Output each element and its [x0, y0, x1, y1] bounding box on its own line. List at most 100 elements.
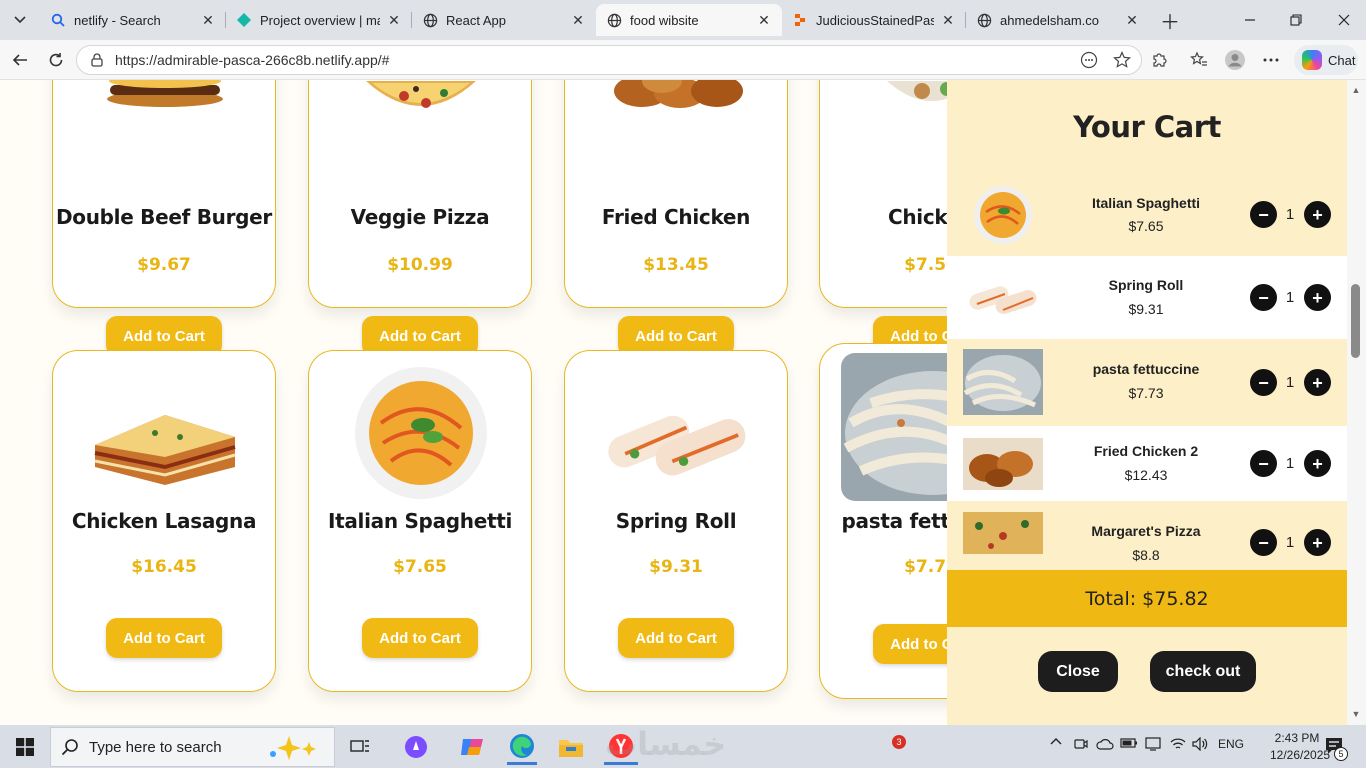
show-hidden-icons-chevron-icon[interactable] [1048, 737, 1064, 745]
tab-actions-menu-icon[interactable] [6, 6, 34, 34]
minimize-icon[interactable] [1238, 8, 1262, 32]
close-tab-icon[interactable]: ✕ [756, 12, 772, 28]
refresh-icon[interactable] [44, 48, 68, 72]
item-price: $13.45 [643, 255, 709, 275]
tab-ahmedelsham[interactable]: ahmedelsham.co ✕ [966, 4, 1150, 36]
tab-label: netlify - Search [74, 12, 161, 28]
browser-toolbar: https://admirable-pasca-266c8b.netlify.a… [0, 40, 1366, 80]
checkout-button[interactable]: check out [1150, 651, 1256, 692]
decrease-quantity-button[interactable]: − [1250, 284, 1277, 311]
cart-item-quantity: 1 [1285, 374, 1295, 391]
windows-start-icon[interactable] [10, 729, 40, 765]
globe-icon [976, 12, 992, 28]
address-bar[interactable]: https://admirable-pasca-266c8b.netlify.a… [76, 45, 1142, 75]
cart-item: Margaret's Pizza $8.8 − 1 + [947, 501, 1347, 570]
increase-quantity-button[interactable]: + [1304, 529, 1331, 556]
spaghetti-image [341, 363, 501, 503]
taskbar-search-box[interactable]: Type here to search [50, 727, 335, 767]
copilot-app-icon[interactable] [457, 729, 487, 765]
increase-quantity-button[interactable]: + [1304, 369, 1331, 396]
tab-label: JudiciousStainedPasswor [816, 12, 934, 28]
item-name: Veggie Pizza [350, 205, 490, 229]
close-window-icon[interactable] [1332, 8, 1356, 32]
cart-item: Fried Chicken 2 $12.43 − 1 + [947, 426, 1347, 501]
tab-food-website[interactable]: food wibsite ✕ [596, 4, 782, 36]
battery-icon[interactable] [1120, 737, 1138, 749]
favorites-list-icon[interactable] [1188, 49, 1210, 71]
close-tab-icon[interactable]: ✕ [1124, 12, 1140, 28]
fried-chicken-image [597, 80, 757, 111]
search-icon [50, 12, 66, 28]
copilot-icon [1302, 50, 1322, 70]
spring-roll-image [597, 365, 757, 505]
task-view-icon[interactable] [346, 729, 374, 765]
decrease-quantity-button[interactable]: − [1250, 529, 1277, 556]
file-explorer-icon[interactable] [556, 729, 586, 765]
increase-quantity-button[interactable]: + [1304, 450, 1331, 477]
close-tab-icon[interactable]: ✕ [940, 12, 956, 28]
restore-icon[interactable] [1284, 8, 1308, 32]
increase-quantity-button[interactable]: + [1304, 201, 1331, 228]
tab-replit[interactable]: JudiciousStainedPasswor ✕ [782, 4, 966, 36]
notification-badge: 3 [892, 735, 906, 749]
back-arrow-icon[interactable] [8, 48, 32, 72]
decrease-quantity-button[interactable]: − [1250, 369, 1277, 396]
system-clock[interactable]: 2:43 PM 12/26/2025 [1270, 730, 1330, 764]
cart-item: pasta fettuccine $7.73 − 1 + [947, 339, 1347, 426]
close-tab-icon[interactable]: ✕ [200, 12, 216, 28]
cart-item-price: $12.43 [1124, 467, 1168, 483]
cart-total: Total: $75.82 [947, 570, 1347, 627]
volume-icon[interactable] [1191, 737, 1209, 751]
add-to-cart-button[interactable]: Add to Cart [106, 618, 222, 658]
cart-item: Italian Spaghetti $7.65 − 1 + [947, 176, 1347, 256]
meet-now-icon[interactable] [1073, 737, 1089, 751]
search-highlights-icon [265, 734, 325, 766]
tab-label: React App [446, 12, 506, 28]
onedrive-cloud-icon[interactable] [1096, 737, 1114, 751]
cart-item-image [963, 268, 1043, 326]
language-indicator[interactable]: ENG [1215, 737, 1247, 751]
copilot-chat-button[interactable]: Chat [1294, 45, 1358, 75]
network-icon[interactable] [1144, 737, 1162, 751]
cart-item-name: pasta fettuccine [1092, 361, 1200, 377]
profile-avatar-icon[interactable] [1224, 49, 1246, 71]
clock-time: 2:43 PM [1274, 731, 1320, 745]
cart-item-quantity: 1 [1285, 534, 1295, 551]
site-info-lock-icon[interactable] [89, 52, 105, 68]
scroll-down-arrow-icon[interactable]: ▼ [1350, 708, 1362, 720]
extensions-icon[interactable] [1148, 49, 1170, 71]
edge-browser-icon[interactable] [507, 729, 537, 765]
close-tab-icon[interactable]: ✕ [570, 12, 586, 28]
menu-card: Italian Spaghetti $7.65 Add to Cart [308, 350, 532, 692]
decrease-quantity-button[interactable]: − [1250, 450, 1277, 477]
app-icon-purple[interactable] [402, 729, 430, 765]
replit-icon [792, 12, 808, 28]
globe-icon [422, 12, 438, 28]
item-price: $16.45 [131, 557, 197, 577]
burger-image [85, 80, 245, 111]
add-to-cart-button[interactable]: Add to Cart [618, 618, 734, 658]
watermark-logo: خمسات [605, 725, 727, 763]
menu-card: Double Beef Burger $9.67 Add to Cart [52, 80, 276, 356]
new-tab-plus-icon[interactable]: ＋ [1158, 8, 1182, 34]
browser-tab-strip: netlify - Search ✕ Project overview | ma… [0, 0, 1366, 40]
increase-quantity-button[interactable]: + [1304, 284, 1331, 311]
more-options-icon[interactable] [1260, 49, 1282, 71]
close-cart-button[interactable]: Close [1038, 651, 1118, 692]
scrollbar-thumb[interactable] [1351, 284, 1360, 358]
tab-project-overview[interactable]: Project overview | mage ✕ [226, 4, 412, 36]
cart-item-name: Fried Chicken 2 [1093, 443, 1199, 459]
tab-label: food wibsite [630, 12, 699, 28]
tab-react-app[interactable]: React App ✕ [412, 4, 596, 36]
favorite-star-icon[interactable] [1111, 49, 1133, 71]
page-scrollbar[interactable] [1347, 80, 1366, 725]
add-to-cart-button[interactable]: Add to Cart [362, 618, 478, 658]
scroll-up-arrow-icon[interactable]: ▲ [1350, 84, 1362, 96]
wifi-icon[interactable] [1169, 737, 1187, 751]
close-tab-icon[interactable]: ✕ [386, 12, 402, 28]
cart-item-price: $9.31 [1128, 301, 1164, 317]
decrease-quantity-button[interactable]: − [1250, 201, 1277, 228]
chat-label: Chat [1328, 52, 1356, 68]
reading-view-icon[interactable] [1078, 49, 1100, 71]
tab-netlify-search[interactable]: netlify - Search ✕ [40, 4, 226, 36]
